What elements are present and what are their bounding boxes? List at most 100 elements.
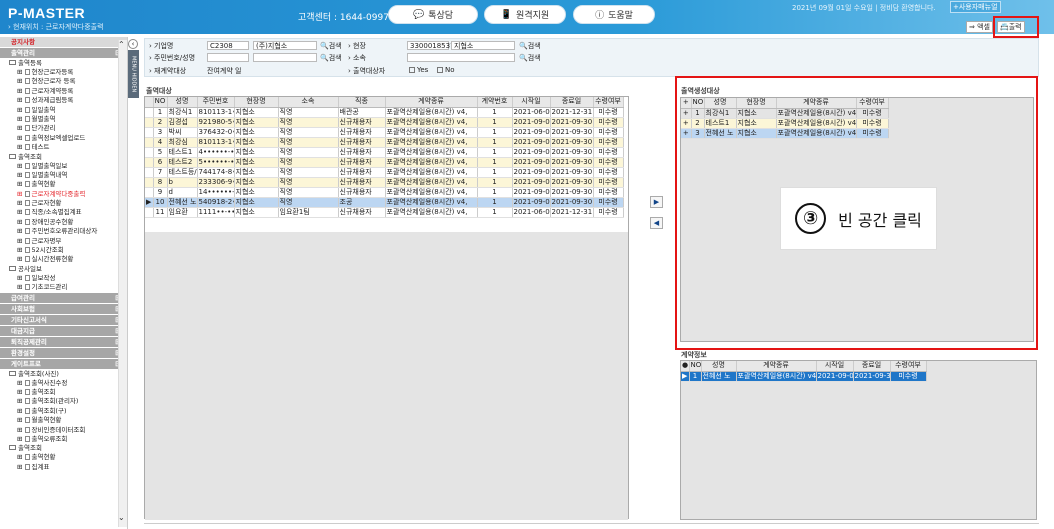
chevron-up-icon[interactable]: ⌃ [118,40,125,49]
column-header[interactable]: 주민번호 [197,97,235,108]
table-row[interactable]: 1 최강식1 810113-1• 지협소 직영 배관공 포괄역산제일용(8시간) v4, 1 2… [145,107,624,118]
sidebar-item[interactable]: ⊞ 일일출역 [0,106,127,115]
sidebar-item[interactable]: ⊞ 월출역현황 [0,416,127,425]
sidebar-item[interactable]: ⊞ 테스트 [0,143,127,152]
sidebar-item[interactable]: ⊞ 출역현황 [0,453,127,462]
table-row[interactable]: 4 최강심 810113-1• 지협소 직영 신규채용자 포괄역산제일용(8시간) v4, 1… [145,137,624,148]
column-header[interactable]: 시작일 [816,361,854,372]
column-header[interactable]: 성명 [167,97,198,108]
name-input[interactable] [253,53,317,62]
sidebar-item[interactable]: ⊞ 성과제급림등록 [0,96,127,105]
company-code-input[interactable]: C2308 [207,41,249,50]
app-logo[interactable]: P-MASTER [8,5,85,21]
sidebar-item[interactable]: ⊞ 현장근로자 등록 [0,77,127,86]
chevron-down-icon[interactable]: ⌄ [118,513,125,522]
sidebar-scrollbar[interactable] [118,40,127,527]
move-left-button[interactable]: ◀ [650,217,663,229]
sidebar-folder[interactable]: 출역조회 [0,444,127,453]
sidebar-section-header[interactable]: 환경설정⊞ [0,347,127,358]
sidebar-folder[interactable]: 출역조회 [0,153,127,162]
table-row[interactable]: 11 임요환 1111••-•• 지협소 임요환1팀 신규채용자 포괄역산제일용(8시간) … [145,207,624,218]
sidebar-item[interactable]: ⊞ 기초코드관리 [0,283,127,292]
sidebar-item[interactable]: ⊞ 출역조회(관리자) [0,397,127,406]
column-header[interactable]: 계약종류 [385,97,478,108]
sidebar-section-header[interactable]: 대금지급⊞ [0,325,127,336]
no-checkbox[interactable]: No [437,66,455,74]
sidebar-folder[interactable]: 공사일보 [0,265,127,274]
sidebar-item[interactable]: ⊞ 근로자명부 [0,237,127,246]
sidebar-section-header[interactable]: 출역관리⊟ [0,48,127,58]
sidebar-section-header[interactable]: 급여관리⊞ [0,292,127,303]
column-header[interactable]: 소속 [278,97,339,108]
sidebar-item[interactable]: ⊞ 단가관리 [0,124,127,133]
column-header[interactable]: NO [153,97,168,108]
table-row[interactable]: 5테스트14••••••-••지협소직영신규채용자포괄역산제일용(8시간) v4… [145,147,624,158]
sidebar-item[interactable]: ⊞ 출역사진수정 [0,379,127,388]
id-input[interactable] [207,53,249,62]
sidebar-item[interactable]: ⊞ 일별출역일보 [0,162,127,171]
sidebar-item[interactable]: ⊞ 집계표 [0,463,127,472]
sidebar-section-header[interactable]: 기타신고서식⊞ [0,314,127,325]
recontract-value[interactable]: 잔여계약 일 [207,66,241,76]
table-row[interactable]: 3 박씨 376432-0• 지협소 직영 신규채용자 포괄역산제일용(8시간) v4, 1 2… [145,127,624,138]
yes-checkbox[interactable]: Yes [409,66,428,74]
column-header[interactable]: 성명 [701,361,737,372]
sidebar-item[interactable]: ⊞ 근로자계약다중출력 [0,190,127,199]
column-header[interactable]: 계약번호 [477,97,513,108]
table-row[interactable]: ▶ 10 전혜선 노 540918-2• 지협소 직영 조공 포괄역산제일용(8시간) v4,… [145,197,624,208]
table-row[interactable]: 9d14••••••-••지협소직영신규채용자포괄역산제일용(8시간) v4,1… [145,187,624,198]
column-header[interactable]: 종료일 [550,97,594,108]
table-row[interactable]: 8 b 233306-9• 지협소 직영 신규채용자 포괄역산제일용(8시간) v4, 1 20… [145,177,624,188]
sidebar-item[interactable]: ⊞ 근로자계약등록 [0,87,127,96]
table-row[interactable]: ▶1전혜선 노포괄역산제일용(8시간) v4,2021-09-012021-09… [681,371,927,382]
column-header[interactable]: 직종 [338,97,386,108]
sidebar-section-header[interactable]: 공지사항 [0,37,127,47]
sidebar-item[interactable]: ⊞ 일별출역내역 [0,171,127,180]
help-button[interactable]: ⓘ 도움말 [573,5,655,24]
sidebar-section-header[interactable]: 퇴직공제관리⊞ [0,336,127,347]
user-manual-button[interactable]: +사용자매뉴얼 [950,1,1001,13]
site-code-input[interactable]: 3300018537 [407,41,455,50]
column-header[interactable]: 계약종류 [736,361,817,372]
main-grid-empty-area[interactable] [145,232,628,520]
sidebar-folder[interactable]: 출역등록 [0,59,127,68]
column-header[interactable]: 수령여부 [890,361,927,372]
sidebar-item[interactable]: ⊞ 출역조회(구) [0,407,127,416]
column-header[interactable]: 종료일 [853,361,891,372]
contract-info-grid[interactable]: ● NO 성명 계약종류 시작일 종료일 수령여부 ▶ 1 전혜선 노 포괄역산제일용(8시간) v… [680,360,1037,520]
sidebar-item[interactable]: ⊞ 실시간전류현황 [0,255,127,264]
menu-hidden-tab[interactable]: MENU HIDDEN [128,50,139,98]
remote-support-button[interactable]: 📱 원격지원 [484,5,566,24]
company-name-input[interactable]: (주)지협소 [253,41,317,50]
sidebar-item[interactable]: ⊞ 출역정보엑셀업로드 [0,134,127,143]
sidebar-section-header[interactable]: 게이트프로⊟ [0,358,127,369]
table-row[interactable]: 2 김경섭 921980-5• 지협소 직영 신규채용자 포괄역산제일용(8시간) v4, 1… [145,117,624,128]
sidebar-folder[interactable]: 출역조회(사진) [0,370,127,379]
sidebar-item[interactable]: ⊞ 현장근로자등록 [0,68,127,77]
column-header[interactable]: 현장명 [234,97,279,108]
site-name-input[interactable]: 지협소 [451,41,515,50]
id-search-button[interactable]: 🔍검색 [320,53,342,63]
table-row[interactable]: 7 테스트등/744174-8• 지협소 직영 신규채용자 포괄역산제일용(8시간) v4… [145,167,624,178]
sidebar-item[interactable]: ⊞ 출역조회 [0,388,127,397]
sidebar-item[interactable]: ⊞ 출역현황 [0,180,127,189]
company-search-button[interactable]: 🔍검색 [320,41,342,51]
sidebar-section-header[interactable]: 사회보험⊞ [0,303,127,314]
site-search-button[interactable]: 🔍검색 [519,41,541,51]
move-right-button[interactable]: ▶ [650,196,663,208]
column-header[interactable]: NO [689,361,702,372]
column-header[interactable]: 시작일 [512,97,551,108]
column-header[interactable]: 수령여부 [593,97,624,108]
sidebar-item[interactable]: ⊞ 직종/소속별집계표 [0,208,127,217]
talk-consult-button[interactable]: 💬 톡상담 [388,5,478,24]
table-row[interactable]: 6테스트25••••••-••지협소직영신규채용자포괄역산제일용(8시간) v4… [145,157,624,168]
sidebar-item[interactable]: ⊞ 장비인증데이터조회 [0,426,127,435]
dept-search-button[interactable]: 🔍검색 [519,53,541,63]
sidebar-item[interactable]: ⊞ 일보작성 [0,274,127,283]
sidebar-item[interactable]: ⊞ 52시간조회 [0,246,127,255]
excel-button[interactable]: ⇒ 액셀 [966,21,993,33]
sidebar-item[interactable]: ⊞ 장애인공수현황 [0,218,127,227]
dept-input[interactable] [407,53,515,62]
sidebar-item[interactable]: ⊞ 주민번호오류관리대상자 [0,227,127,236]
main-grid[interactable]: NO 성명 주민번호 현장명 소속 직종 계약종류 계약번호 시작일 종료일 수령여부 1 최강식1 81… [144,96,629,520]
